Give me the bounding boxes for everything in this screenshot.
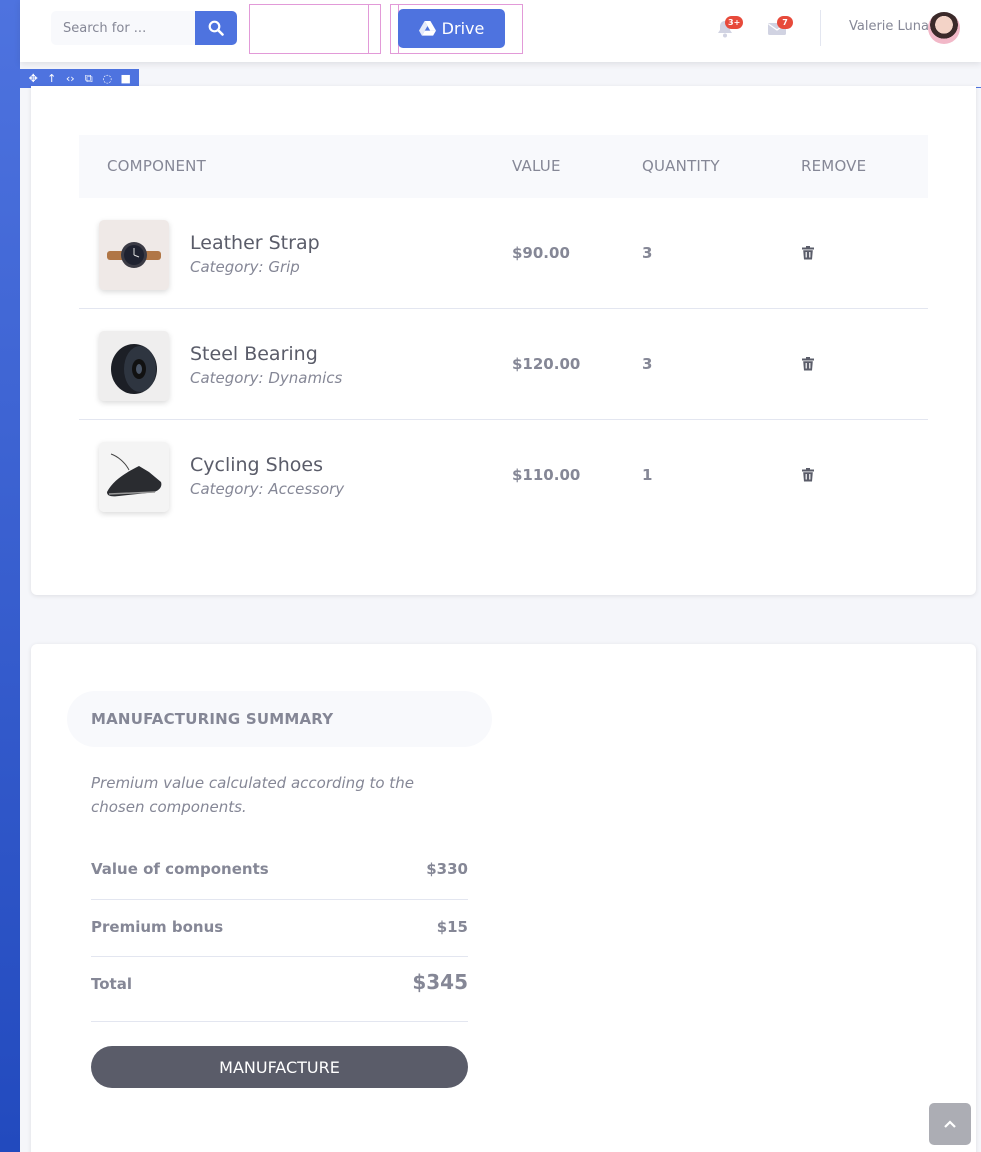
sidebar-edge xyxy=(0,0,20,1152)
scroll-to-top-button[interactable] xyxy=(929,1103,971,1145)
product-value: $110.00 xyxy=(512,466,581,484)
table-row: Cycling Shoes Category: Accessory $110.0… xyxy=(79,421,928,531)
summary-line-value: $15 xyxy=(436,918,468,936)
alerts-badge: 3+ xyxy=(725,16,744,29)
table-row: Steel Bearing Category: Dynamics $120.00… xyxy=(79,310,928,420)
avatar[interactable] xyxy=(928,12,960,44)
product-value: $120.00 xyxy=(512,355,581,373)
delete-icon[interactable]: ■ xyxy=(119,73,133,84)
summary-total-label: Total xyxy=(91,975,132,993)
product-name: Cycling Shoes xyxy=(190,454,323,476)
search-icon xyxy=(208,20,224,36)
messages-button[interactable]: 7 xyxy=(767,16,793,38)
product-category: Category: Accessory xyxy=(190,480,345,498)
hide-icon[interactable]: ◌ xyxy=(100,73,114,84)
topbar: Drive 3+ 7 Valerie Luna xyxy=(20,0,981,62)
summary-line-label: Premium bonus xyxy=(91,918,224,936)
column-header-quantity: QUANTITY xyxy=(642,157,720,175)
product-name: Steel Bearing xyxy=(190,343,318,365)
builder-toolbar: ✥ ↑ ‹› ⧉ ◌ ■ xyxy=(20,69,139,87)
trash-icon[interactable] xyxy=(801,357,815,371)
product-category: Category: Grip xyxy=(190,258,300,276)
chevron-up-icon xyxy=(944,1120,956,1128)
trash-icon[interactable] xyxy=(801,468,815,482)
summary-line-value: $330 xyxy=(426,860,468,878)
search-button[interactable] xyxy=(195,11,237,45)
cart-card: COMPONENT VALUE QUANTITY REMOVE Leather … xyxy=(31,86,976,595)
drive-button[interactable]: Drive xyxy=(398,9,505,48)
product-image-bearing xyxy=(99,331,169,401)
summary-total-value: $345 xyxy=(412,970,468,994)
summary-line-total: Total $345 xyxy=(91,957,468,1022)
messages-badge: 7 xyxy=(777,16,793,29)
table-header: COMPONENT VALUE QUANTITY REMOVE xyxy=(79,135,928,198)
move-icon[interactable]: ✥ xyxy=(26,73,40,84)
product-image-shoe xyxy=(99,442,169,512)
user-name[interactable]: Valerie Luna xyxy=(849,19,929,34)
product-image-watch xyxy=(99,220,169,290)
column-header-remove: REMOVE xyxy=(801,157,867,175)
select-parent-icon[interactable]: ↑ xyxy=(45,73,59,84)
summary-title: MANUFACTURING SUMMARY xyxy=(91,710,334,728)
topbar-divider xyxy=(820,10,821,46)
product-quantity: 3 xyxy=(642,244,653,262)
column-header-component: COMPONENT xyxy=(107,157,206,175)
drive-button-label: Drive xyxy=(441,19,485,38)
summary-header: MANUFACTURING SUMMARY xyxy=(67,691,492,747)
product-name: Leather Strap xyxy=(190,232,320,254)
builder-block-outline xyxy=(249,4,381,54)
summary-line-bonus: Premium bonus $15 xyxy=(91,900,468,957)
trash-icon[interactable] xyxy=(801,246,815,260)
manufacture-button[interactable]: MANUFACTURE xyxy=(91,1046,468,1088)
summary-line-components: Value of components $330 xyxy=(91,842,468,900)
summary-line-label: Value of components xyxy=(91,860,269,878)
column-header-value: VALUE xyxy=(512,157,561,175)
product-category: Category: Dynamics xyxy=(190,369,343,387)
google-drive-icon xyxy=(418,21,436,36)
table-row: Leather Strap Category: Grip $90.00 3 xyxy=(79,199,928,309)
alerts-button[interactable]: 3+ xyxy=(715,16,744,38)
product-value: $90.00 xyxy=(512,244,570,262)
summary-description: Premium value calculated according to th… xyxy=(91,774,414,816)
clone-icon[interactable]: ⧉ xyxy=(82,73,96,84)
product-quantity: 3 xyxy=(642,355,653,373)
product-quantity: 1 xyxy=(642,466,653,484)
search-input[interactable] xyxy=(51,11,195,45)
search-form xyxy=(51,11,237,45)
summary-card: MANUFACTURING SUMMARY Premium value calc… xyxy=(31,644,976,1152)
code-icon[interactable]: ‹› xyxy=(63,73,77,84)
